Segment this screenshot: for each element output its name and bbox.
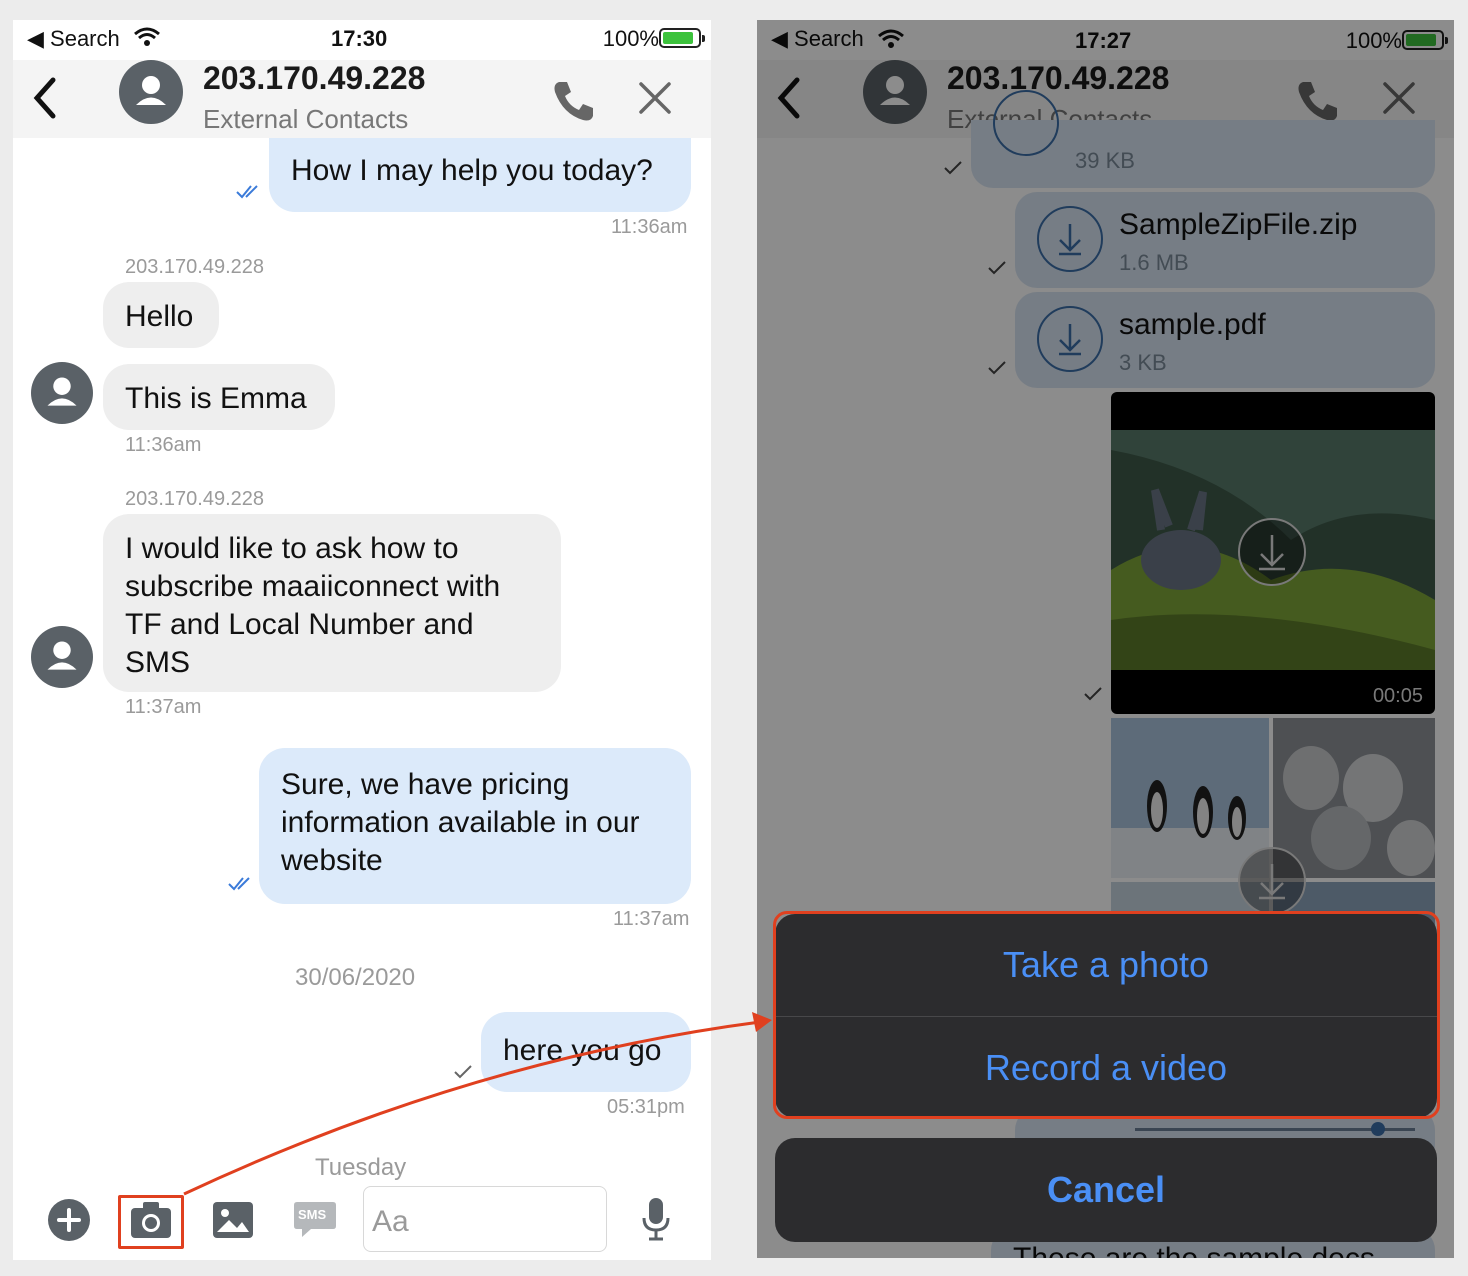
annotation-arrow <box>183 1012 772 1196</box>
